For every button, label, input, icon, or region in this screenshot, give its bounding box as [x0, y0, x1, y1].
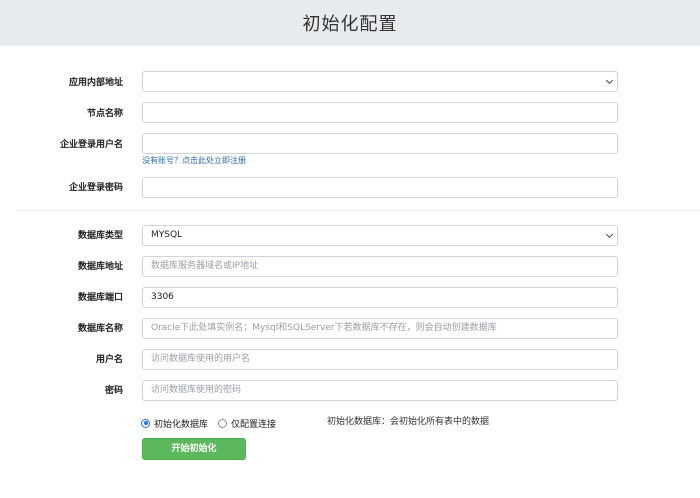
db-type-select[interactable]: MYSQL — [142, 225, 618, 246]
node-name-input[interactable] — [142, 102, 618, 123]
db-user-label: 用户名 — [95, 355, 123, 365]
db-password-label: 密码 — [104, 386, 123, 396]
radio-option-init-db[interactable]: 初始化数据库 — [141, 417, 208, 430]
radio-label-init-db: 初始化数据库 — [154, 419, 209, 430]
db-user-input[interactable]: 访问数据库使用的用户名 — [142, 349, 618, 370]
db-address-input[interactable]: 数据库服务器域名或IP地址 — [142, 256, 618, 277]
enterprise-user-label: 企业登录用户名 — [59, 140, 123, 150]
db-port-label: 数据库端口 — [77, 293, 123, 303]
db-name-label: 数据库名称 — [77, 324, 123, 334]
init-mode-hint: 初始化数据库：会初始化所有表中的数据 — [327, 417, 490, 427]
enterprise-password-input[interactable] — [142, 177, 618, 198]
app-address-label: 应用内部地址 — [68, 78, 123, 88]
node-name-label: 节点名称 — [86, 109, 123, 119]
app-address-select[interactable] — [142, 71, 618, 92]
db-type-label: 数据库类型 — [77, 231, 123, 241]
db-port-input[interactable]: 3306 — [142, 287, 618, 308]
page-header: 初始化配置 — [0, 0, 700, 46]
db-address-label: 数据库地址 — [77, 262, 123, 272]
enterprise-password-label: 企业登录密码 — [68, 183, 123, 193]
init-mode-radio-group: 初始化数据库 仅配置连接 — [141, 416, 286, 430]
radio-option-config-only[interactable]: 仅配置连接 — [218, 417, 276, 430]
db-password-input[interactable]: 访问数据库使用的密码 — [142, 380, 618, 401]
start-init-button[interactable]: 开始初始化 — [142, 438, 246, 460]
radio-checked-icon[interactable] — [141, 418, 150, 428]
page-title: 初始化配置 — [302, 14, 398, 35]
section-divider — [16, 210, 700, 211]
enterprise-user-input[interactable] — [142, 133, 618, 154]
register-link[interactable]: 没有账号？点击此处立即注册 — [142, 156, 246, 166]
db-name-input[interactable]: Oracle下此处填实例名；Mysql和SQLServer下若数据库不存在，则会… — [142, 318, 618, 339]
radio-unchecked-icon[interactable] — [218, 418, 228, 428]
radio-label-config-only: 仅配置连接 — [231, 419, 277, 430]
